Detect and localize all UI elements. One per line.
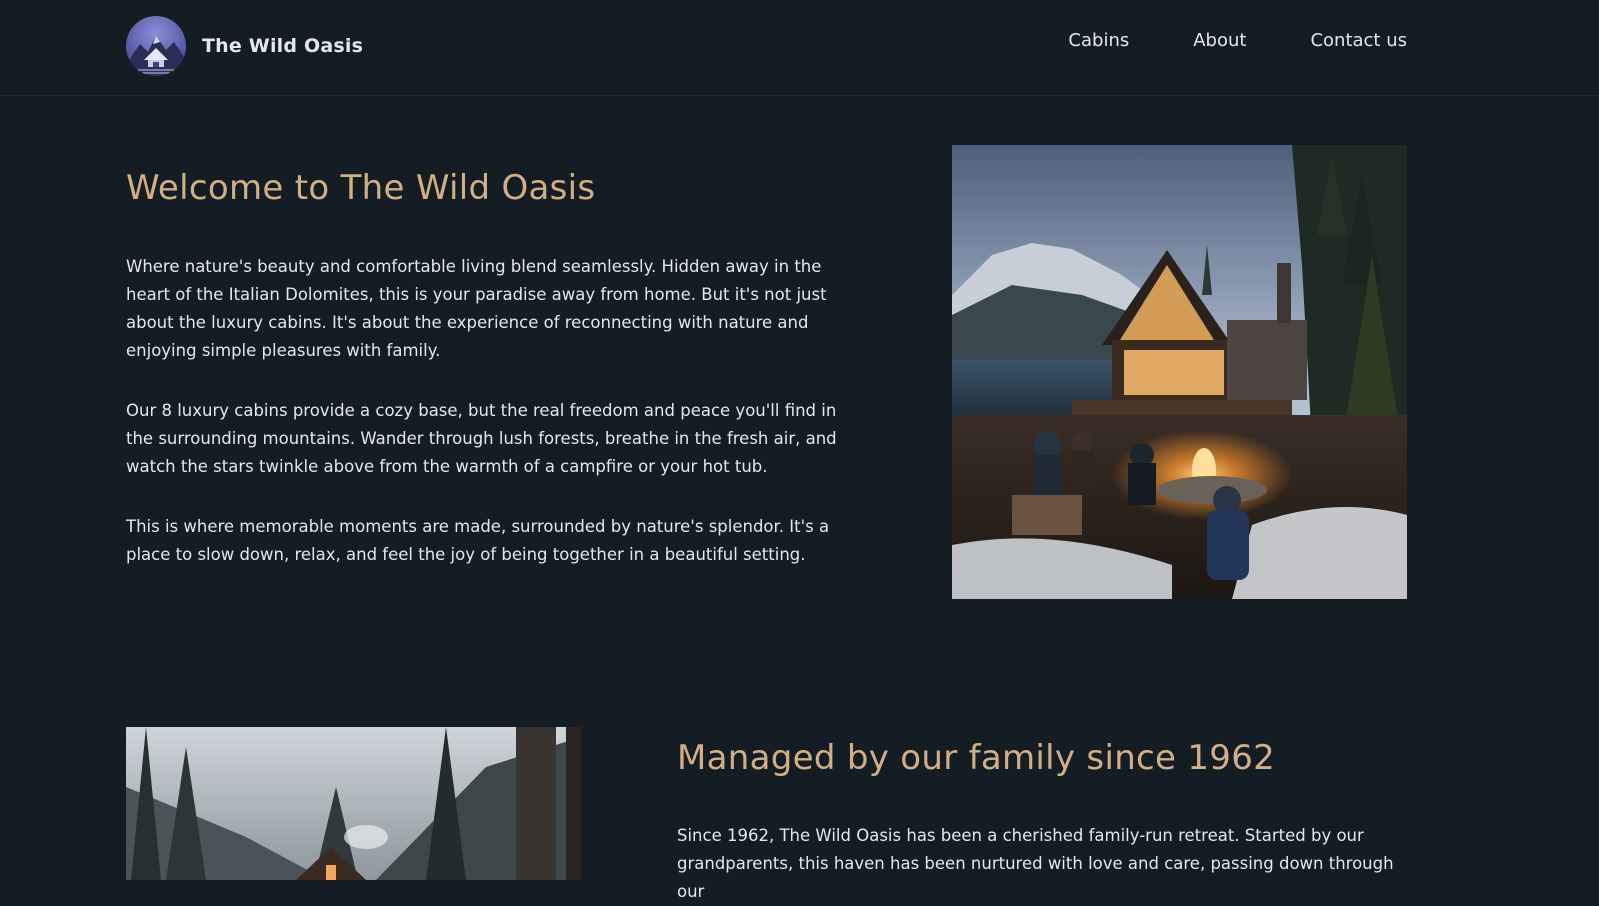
logo-icon (126, 16, 186, 76)
home-logo-link[interactable]: The Wild Oasis (126, 16, 363, 76)
intro-title: Welcome to The Wild Oasis (126, 168, 596, 208)
nav-link-cabins[interactable]: Cabins (1068, 30, 1129, 51)
family-title: Managed by our family since 1962 (677, 738, 1276, 778)
nav-link-about[interactable]: About (1193, 30, 1246, 51)
nav-link-contact[interactable]: Contact us (1310, 30, 1407, 51)
family-paragraph: Since 1962, The Wild Oasis has been a ch… (677, 826, 1394, 901)
intro-paragraph-3: This is where memorable moments are made… (126, 517, 830, 564)
main-nav: Cabins About Contact us (1068, 30, 1407, 51)
brand-name: The Wild Oasis (202, 35, 364, 57)
intro-paragraph-1: Where nature's beauty and comfortable li… (126, 257, 827, 360)
cabin-campfire-image (952, 145, 1407, 599)
intro-paragraph-2: Our 8 luxury cabins provide a cozy base,… (126, 401, 837, 476)
family-cabin-image (126, 727, 581, 880)
site-header: The Wild Oasis Cabins About Contact us (0, 0, 1599, 96)
